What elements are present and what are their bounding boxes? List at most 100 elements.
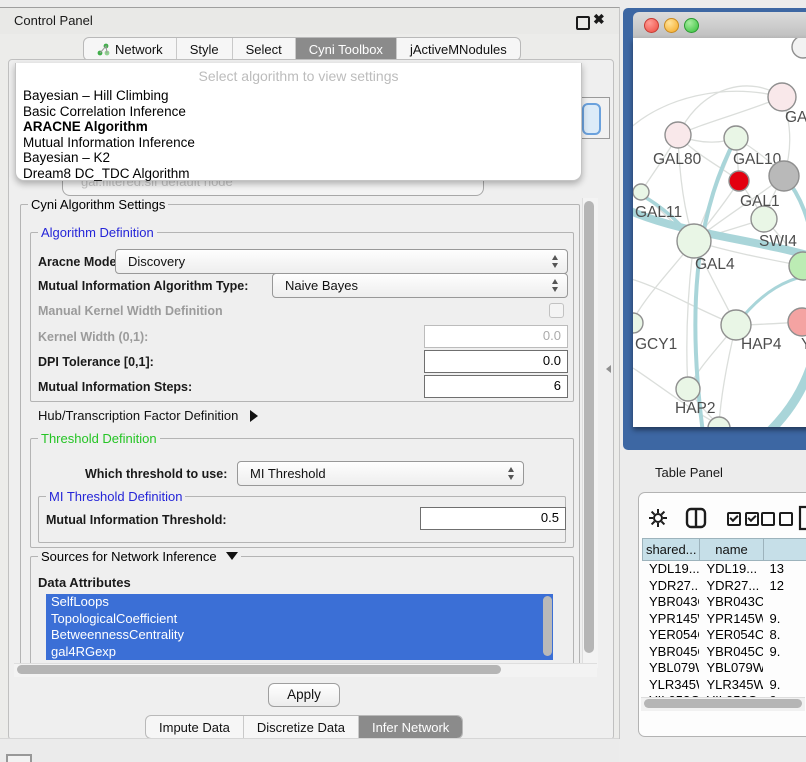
network-node[interactable] — [792, 38, 806, 58]
algorithm-option[interactable]: Bayesian – K2 — [16, 150, 581, 166]
network-node[interactable] — [708, 417, 730, 427]
network-node-gal80[interactable] — [665, 122, 691, 148]
algorithm-option[interactable]: ARACNE Algorithm — [16, 119, 581, 135]
algorithm-option[interactable]: Mutual Information Inference — [16, 135, 581, 151]
network-node-gal[interactable] — [768, 83, 796, 111]
close-traffic-light-icon[interactable] — [644, 18, 659, 33]
network-node[interactable] — [729, 171, 749, 191]
network-window-titlebar[interactable] — [633, 12, 806, 39]
tab-discretize-data[interactable]: Discretize Data — [244, 716, 359, 738]
chevron-right-icon — [250, 410, 258, 422]
sources-title: Sources for Network Inference — [41, 549, 217, 564]
tab-style[interactable]: Style — [177, 38, 233, 60]
tab-infer-network[interactable]: Infer Network — [359, 716, 462, 738]
tab-label: Style — [190, 42, 219, 57]
close-icon[interactable]: ✖ — [593, 11, 605, 28]
data-attribute-item[interactable]: gal4RGexp — [46, 644, 553, 661]
table-row[interactable]: YDL19...YDL19...13 — [642, 561, 806, 578]
mi-threshold-field[interactable]: 0.5 — [420, 507, 566, 530]
mi-steps-field[interactable]: 6 — [424, 375, 568, 398]
kernel-width-label: Kernel Width (0,1): — [38, 330, 148, 344]
float-window-icon[interactable] — [576, 16, 590, 30]
tab-select[interactable]: Select — [233, 38, 296, 60]
network-node[interactable] — [769, 161, 799, 191]
network-node-swi4[interactable] — [789, 252, 806, 280]
control-panel-titlebar[interactable]: Control Panel ✖ — [0, 8, 619, 34]
table-hscrollbar-thumb[interactable] — [644, 699, 802, 708]
network-edge-highlighted[interactable] — [766, 360, 806, 427]
algorithm-option[interactable]: Dream8 DC_TDC Algorithm — [16, 166, 581, 182]
table-header-col2[interactable] — [763, 538, 806, 561]
page-icon[interactable] — [798, 505, 806, 531]
table-cell: YDR27... — [642, 578, 699, 595]
network-node-label: HAP2 — [675, 400, 716, 417]
aracne-mode-combo[interactable]: Discovery — [115, 249, 568, 274]
checked-pair-icon[interactable] — [727, 512, 759, 526]
network-edge[interactable] — [687, 241, 694, 389]
table-row[interactable]: YBR043CYBR043C — [642, 594, 806, 611]
table-cell: YER054C — [642, 627, 699, 644]
table-row[interactable]: YLR345WYLR345W9. — [642, 677, 806, 694]
node-table: shared...nameYDL19...YDL19...13YDR27...Y… — [642, 538, 806, 710]
sources-toggle[interactable]: Sources for Network Inference — [38, 549, 241, 564]
network-node-gal10[interactable] — [724, 126, 748, 150]
table-header-shared...[interactable]: shared... — [642, 538, 699, 561]
algorithm-option[interactable]: Basic Correlation Inference — [16, 104, 581, 120]
network-graph: GALGAL80GAL10GAL1GAL11GAL4SWI4GCY1HAP4YH… — [633, 38, 806, 427]
tab-cyni-toolbox[interactable]: Cyni Toolbox — [296, 38, 397, 60]
tab-label: Infer Network — [372, 720, 449, 735]
table-row[interactable]: YBR045CYBR045C9. — [642, 644, 806, 661]
network-edge[interactable] — [633, 91, 782, 130]
unchecked-pair-icon[interactable] — [761, 512, 793, 526]
apply-button[interactable]: Apply — [268, 683, 340, 707]
screen: Control Panel ✖ Network Style Select Cyni T… — [0, 0, 806, 762]
tab-label: Network — [115, 42, 163, 57]
table-row[interactable]: YER054CYER054C8. — [642, 627, 806, 644]
table-row[interactable]: YDR27...YDR27...12 — [642, 578, 806, 595]
algorithm-option[interactable]: Bayesian – Hill Climbing — [16, 88, 581, 104]
hub-definition-toggle[interactable]: Hub/Transcription Factor Definition — [38, 408, 258, 423]
table-cell: YBR043C — [642, 594, 699, 611]
network-node-label: GAL11 — [635, 204, 682, 221]
data-attribute-item[interactable]: BetweennessCentrality — [46, 627, 553, 644]
attributes-list-scrollbar[interactable] — [543, 596, 552, 656]
kernel-width-field[interactable]: 0.0 — [424, 325, 568, 348]
dpi-tolerance-field[interactable]: 0.0 — [424, 350, 568, 373]
network-node-gal11[interactable] — [633, 184, 649, 200]
columns-icon[interactable] — [685, 507, 707, 529]
network-node-gal4[interactable] — [677, 224, 711, 258]
maximize-traffic-light-icon[interactable] — [684, 18, 699, 33]
which-threshold-combo[interactable]: MI Threshold — [237, 461, 524, 486]
settings-vscrollbar-thumb[interactable] — [584, 201, 594, 653]
tab-jactivemnodules[interactable]: jActiveMNodules — [397, 38, 520, 60]
network-node-hap2[interactable] — [676, 377, 700, 401]
table-row[interactable]: YPR145WYPR145W9. — [642, 611, 806, 628]
tab-label: Cyni Toolbox — [309, 42, 383, 57]
minimize-traffic-light-icon[interactable] — [664, 18, 679, 33]
table-cell — [763, 660, 806, 677]
settings-hscrollbar-thumb[interactable] — [17, 665, 501, 674]
data-attribute-item[interactable]: SelfLoops — [46, 594, 553, 611]
table-cell: 12 — [763, 578, 806, 595]
tab-impute-data[interactable]: Impute Data — [146, 716, 244, 738]
table-cell: YBR045C — [642, 644, 699, 661]
network-node-gcy1[interactable] — [633, 313, 643, 333]
table-row[interactable]: YBL079WYBL079W — [642, 660, 806, 677]
data-attribute-item[interactable]: TopologicalCoefficient — [46, 611, 553, 628]
tab-label: Impute Data — [159, 720, 230, 735]
manual-kernel-checkbox[interactable] — [549, 303, 564, 318]
chevron-down-icon — [226, 552, 238, 560]
table-cell: YPR145W — [642, 611, 699, 628]
table-cell: YER054C — [699, 627, 762, 644]
splitter-collapse-icon[interactable] — [606, 365, 611, 373]
network-edge[interactable] — [633, 278, 736, 325]
gear-icon[interactable] — [648, 508, 668, 528]
mi-type-combo[interactable]: Naive Bayes — [272, 273, 568, 298]
network-canvas[interactable]: GALGAL80GAL10GAL1GAL11GAL4SWI4GCY1HAP4YH… — [633, 38, 806, 427]
table-header-name[interactable]: name — [699, 538, 762, 561]
partial-combo-spinner[interactable] — [582, 103, 601, 135]
network-node-label: HAP4 — [741, 336, 782, 353]
network-node-y[interactable] — [788, 308, 806, 336]
table-cell: 9. — [763, 644, 806, 661]
tab-network[interactable]: Network — [84, 38, 177, 60]
